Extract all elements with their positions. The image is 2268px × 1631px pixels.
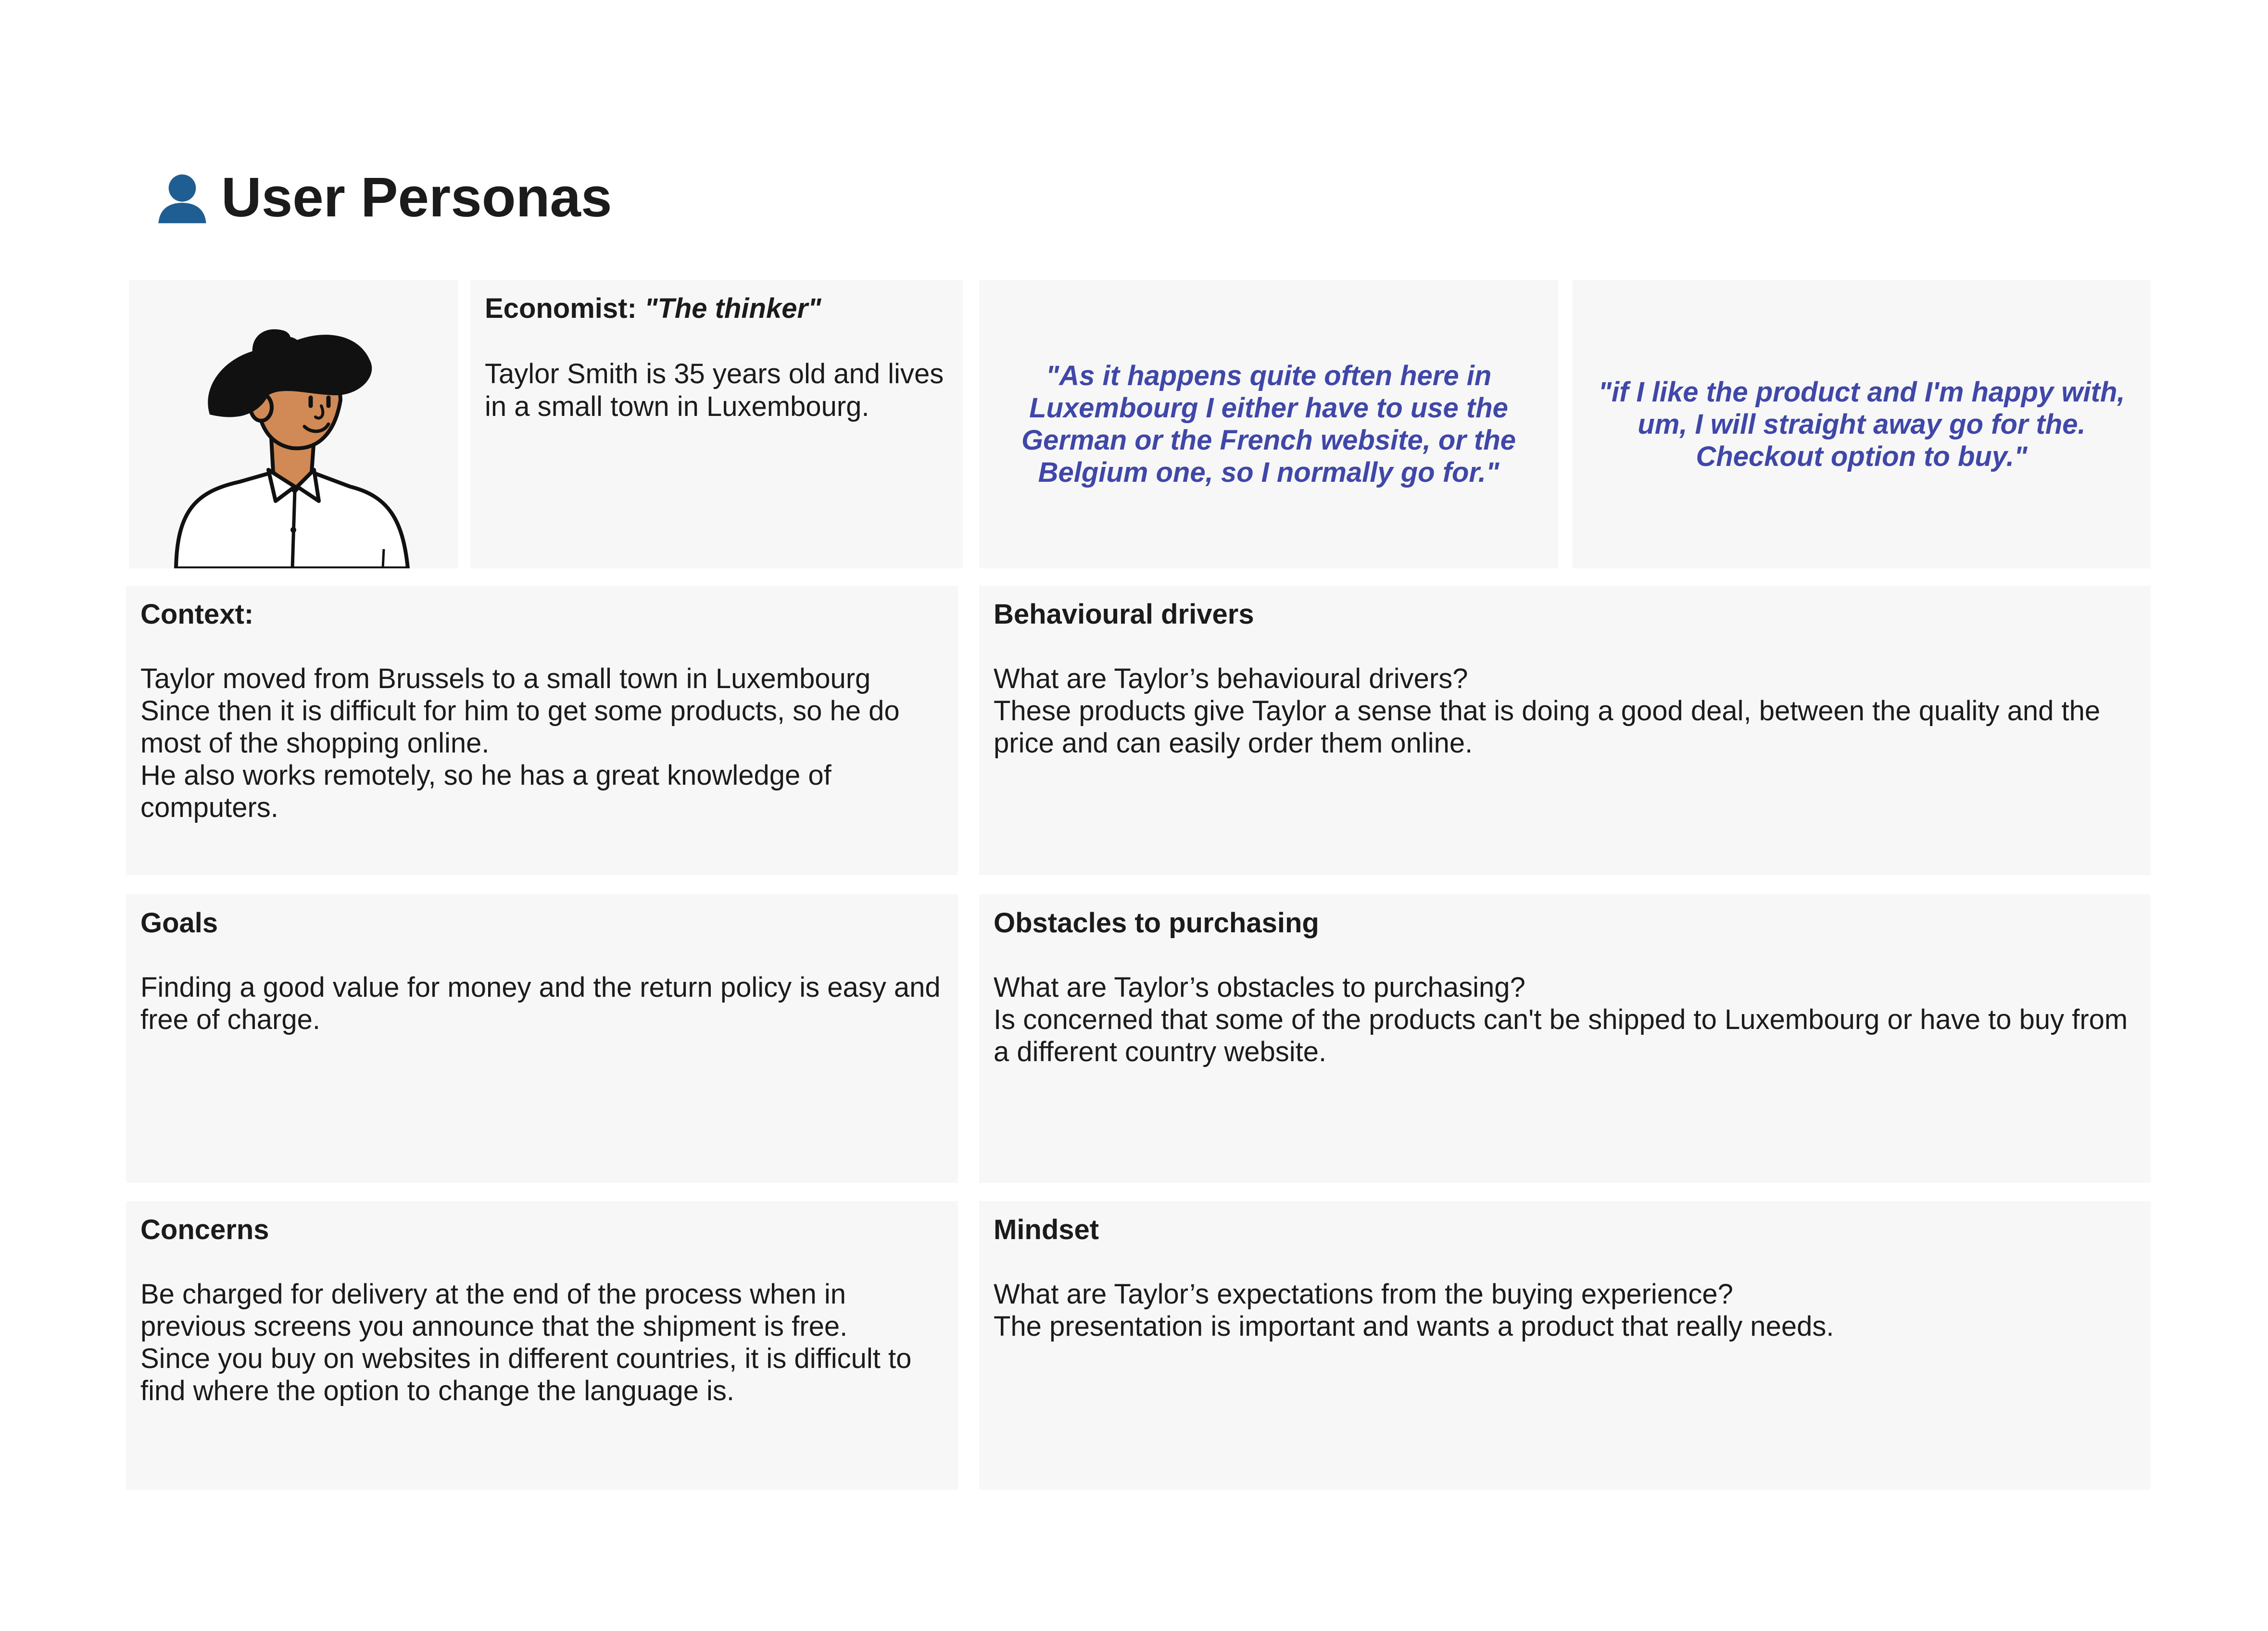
section-title: Mindset [994, 1214, 1099, 1245]
goals-section: Goals Finding a good value for money and… [126, 894, 958, 1183]
page-title-text: User Personas [221, 166, 612, 228]
mindset-section: Mindset What are Taylor’s expectations f… [979, 1201, 2151, 1490]
section-line: What are Taylor’s behavioural drivers? [994, 663, 1468, 694]
section-line: Is concerned that some of the products c… [994, 1004, 2128, 1067]
section-body: What are Taylor’s behavioural drivers? T… [994, 663, 2136, 759]
persona-nickname: "The thinker" [644, 293, 821, 324]
section-body: What are Taylor’s obstacles to purchasin… [994, 971, 2136, 1068]
section-line: Since you buy on websites in different c… [140, 1343, 912, 1406]
section-title: Context: [140, 599, 254, 630]
persona-page: User Personas Economist: "The thinker" T… [0, 0, 2268, 1631]
user-silhouette-icon [158, 174, 206, 224]
section-line: Finding a good value for money and the r… [140, 972, 941, 1035]
persona-intro: Economist: "The thinker" Taylor Smith is… [470, 280, 963, 568]
section-body: What are Taylor’s expectations from the … [994, 1278, 2136, 1342]
section-line: Taylor moved from Brussels to a small to… [140, 663, 871, 694]
section-title: Concerns [140, 1214, 269, 1245]
section-line: Be charged for delivery at the end of th… [140, 1279, 848, 1342]
obstacles-section: Obstacles to purchasing What are Taylor’… [979, 894, 2151, 1183]
section-line: What are Taylor’s expectations from the … [994, 1279, 1733, 1310]
section-title: Obstacles to purchasing [994, 907, 1319, 939]
section-line: Since then it is difficult for him to ge… [140, 695, 900, 759]
section-body: Taylor moved from Brussels to a small to… [140, 663, 944, 824]
page-title: User Personas [154, 159, 612, 236]
quote-text: "As it happens quite often here in Luxem… [1021, 360, 1516, 488]
concerns-section: Concerns Be charged for delivery at the … [126, 1201, 958, 1490]
section-body: Be charged for delivery at the end of th… [140, 1278, 944, 1407]
persona-role: Economist: [485, 293, 637, 324]
section-line: These products give Taylor a sense that … [994, 695, 2101, 759]
persona-avatar [129, 280, 458, 568]
context-section: Context: Taylor moved from Brussels to a… [126, 586, 958, 875]
persona-intro-text: Taylor Smith is 35 years old and lives i… [485, 358, 944, 422]
section-title: Goals [140, 907, 218, 939]
section-line: What are Taylor’s obstacles to purchasin… [994, 972, 1525, 1003]
persona-heading: Economist: "The thinker" [485, 292, 948, 325]
person-with-hat-illustration [174, 329, 410, 568]
section-body: Finding a good value for money and the r… [140, 971, 944, 1036]
persona-quote: "As it happens quite often here in Luxem… [979, 280, 1558, 568]
persona-quote: "if I like the product and I'm happy wit… [1573, 280, 2151, 568]
section-line: The presentation is important and wants … [994, 1311, 1834, 1342]
section-line: He also works remotely, so he has a grea… [140, 760, 832, 823]
section-title: Behavioural drivers [994, 599, 1254, 630]
behavioural-drivers-section: Behavioural drivers What are Taylor’s be… [979, 586, 2151, 875]
quote-text: "if I like the product and I'm happy wit… [1598, 376, 2125, 472]
